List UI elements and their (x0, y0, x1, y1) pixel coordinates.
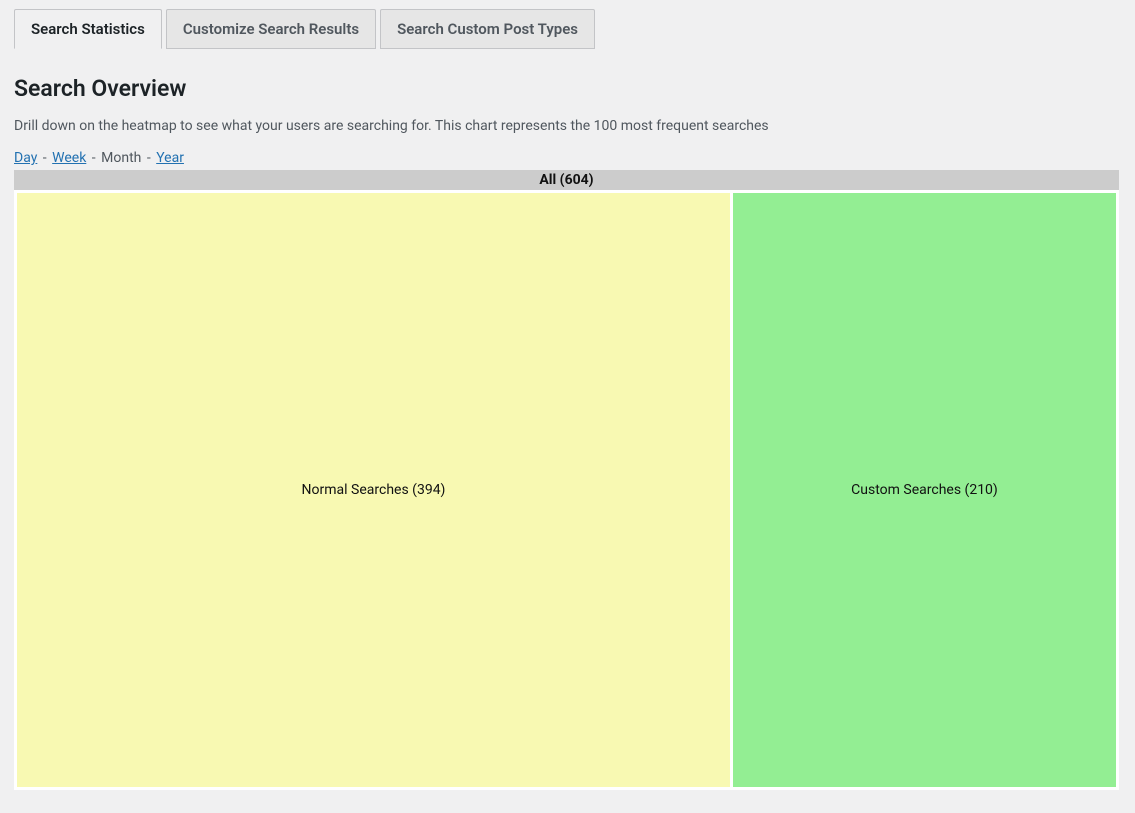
heatmap-header[interactable]: All (604) (14, 170, 1119, 190)
range-sep: - (39, 150, 50, 166)
heatmap-body: Normal Searches (394) Custom Searches (2… (14, 190, 1119, 790)
range-day[interactable]: Day (14, 150, 37, 166)
heatmap-block-label: Custom Searches (210) (851, 482, 998, 498)
heatmap-chart: All (604) Normal Searches (394) Custom S… (14, 170, 1119, 790)
time-range-links: Day - Week - Month - Year (14, 150, 1121, 166)
heatmap-block-custom-searches[interactable]: Custom Searches (210) (733, 193, 1116, 787)
page-description: Drill down on the heatmap to see what yo… (14, 118, 1121, 134)
heatmap-block-label: Normal Searches (394) (302, 482, 446, 498)
range-sep: - (143, 150, 154, 166)
tab-search-custom-post-types[interactable]: Search Custom Post Types (380, 9, 595, 49)
page-title: Search Overview (14, 75, 1121, 102)
heatmap-block-normal-searches[interactable]: Normal Searches (394) (17, 193, 730, 787)
tab-bar: Search Statistics Customize Search Resul… (14, 9, 1121, 49)
range-year[interactable]: Year (156, 150, 184, 166)
range-week[interactable]: Week (52, 150, 86, 166)
tab-customize-search-results[interactable]: Customize Search Results (166, 9, 376, 49)
range-sep: - (88, 150, 99, 166)
tab-search-statistics[interactable]: Search Statistics (14, 9, 162, 49)
range-month: Month (101, 150, 141, 166)
